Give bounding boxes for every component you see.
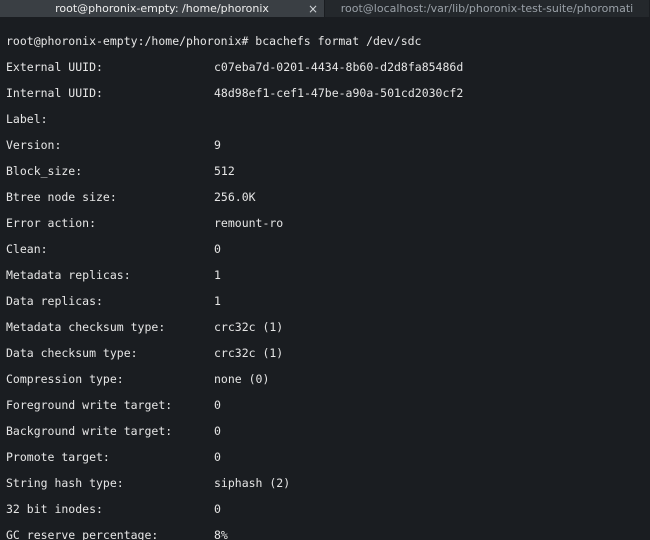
output-row: Background write target:0 xyxy=(6,425,644,438)
output-row: Promote target:0 xyxy=(6,451,644,464)
output-row: Btree node size:256.0K xyxy=(6,191,644,204)
output-row: Clean:0 xyxy=(6,243,644,256)
close-icon[interactable]: × xyxy=(308,0,318,18)
command-text: bcachefs format /dev/sdc xyxy=(255,35,421,48)
output-row: Data replicas:1 xyxy=(6,295,644,308)
output-row: Version:9 xyxy=(6,139,644,152)
output-row: Block_size:512 xyxy=(6,165,644,178)
terminal-tab-active[interactable]: root@phoronix-empty: /home/phoronix × xyxy=(0,0,325,17)
output-row: External UUID:c07eba7d-0201-4434-8b60-d2… xyxy=(6,61,644,74)
output-row: Metadata checksum type:crc32c (1) xyxy=(6,321,644,334)
prompt-cwd: /home/phoronix xyxy=(145,35,242,48)
prompt-line: root@phoronix-empty:/home/phoronix# bcac… xyxy=(6,35,644,48)
output-row: Error action:remount-ro xyxy=(6,217,644,230)
tab-title: root@phoronix-empty: /home/phoronix xyxy=(6,0,318,18)
output-row: Foreground write target:0 xyxy=(6,399,644,412)
output-row: Compression type:none (0) xyxy=(6,373,644,386)
output-row: Metadata replicas:1 xyxy=(6,269,644,282)
prompt-user-host: root@phoronix-empty xyxy=(6,35,138,48)
output-row: String hash type:siphash (2) xyxy=(6,477,644,490)
tab-bar: root@phoronix-empty: /home/phoronix × ro… xyxy=(0,0,650,18)
output-row: GC reserve percentage:8% xyxy=(6,529,644,540)
output-row: Data checksum type:crc32c (1) xyxy=(6,347,644,360)
tab-title: root@localhost:/var/lib/phoronix-test-su… xyxy=(331,0,643,18)
output-row: 32 bit inodes:0 xyxy=(6,503,644,516)
output-row: Label: xyxy=(6,113,644,126)
output-row: Internal UUID:48d98ef1-cef1-47be-a90a-50… xyxy=(6,87,644,100)
terminal-output[interactable]: root@phoronix-empty:/home/phoronix# bcac… xyxy=(0,18,650,540)
terminal-tab-inactive[interactable]: root@localhost:/var/lib/phoronix-test-su… xyxy=(325,0,650,17)
